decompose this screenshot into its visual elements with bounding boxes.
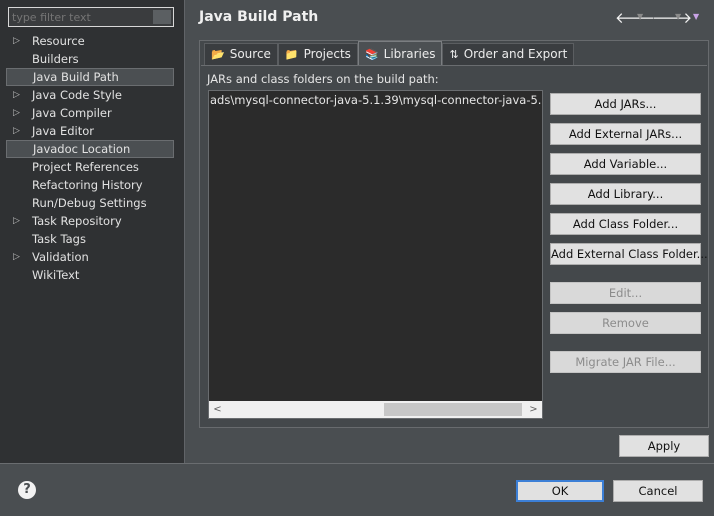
page-header: Java Build Path 🡐 ▼ 🡒 ▼ ▼	[186, 0, 714, 36]
nav-item-label: Resource	[32, 34, 85, 48]
forward-history-dropdown-icon[interactable]: ▼	[675, 12, 681, 21]
cancel-button[interactable]: Cancel	[613, 480, 703, 502]
nav-item-validation[interactable]: ▷ Validation	[6, 248, 174, 266]
tab-label: Source	[229, 47, 271, 61]
scrollbar-thumb[interactable]	[384, 403, 522, 416]
scroll-left-icon[interactable]: <	[209, 401, 226, 418]
expand-arrow-icon[interactable]: ▷	[13, 212, 20, 230]
back-history-dropdown-icon[interactable]: ▼	[637, 12, 643, 21]
horizontal-scrollbar[interactable]: < >	[209, 401, 542, 418]
add-variable-button[interactable]: Add Variable...	[550, 153, 701, 175]
preferences-nav-panel: ▷ Resource Builders Java Build Path ▷ Java…	[0, 0, 185, 463]
page-title: Java Build Path	[199, 9, 319, 25]
back-arrow-icon[interactable]: 🡐	[615, 8, 655, 27]
nav-item-label: Java Editor	[32, 124, 94, 138]
nav-item-task-tags[interactable]: Task Tags	[6, 230, 174, 248]
nav-item-label: Java Compiler	[32, 106, 112, 120]
source-folder-icon: 📂	[211, 48, 225, 61]
libraries-list[interactable]: ads\mysql-connector-java-5.1.39\mysql-co…	[208, 90, 543, 419]
nav-item-java-editor[interactable]: ▷ Java Editor	[6, 122, 174, 140]
nav-item-label: Run/Debug Settings	[32, 196, 147, 210]
nav-item-java-code-style[interactable]: ▷ Java Code Style	[6, 86, 174, 104]
expand-arrow-icon[interactable]: ▷	[13, 104, 20, 122]
add-external-class-folder-button[interactable]: Add External Class Folder...	[550, 243, 708, 265]
nav-item-label: Java Build Path	[33, 70, 119, 84]
help-icon[interactable]: ?	[18, 481, 36, 499]
list-item[interactable]: ads\mysql-connector-java-5.1.39\mysql-co…	[210, 93, 542, 107]
view-menu-icon[interactable]: ▼	[693, 12, 699, 21]
projects-folder-icon: 📁	[284, 48, 299, 61]
migrate-jar-button[interactable]: Migrate JAR File...	[550, 351, 701, 373]
apply-button[interactable]: Apply	[619, 435, 709, 457]
footer-divider	[0, 463, 714, 464]
tab-order-and-export[interactable]: ⇅ Order and Export	[442, 43, 575, 65]
tab-projects[interactable]: 📁 Projects	[277, 43, 358, 65]
nav-item-project-references[interactable]: Project References	[6, 158, 174, 176]
nav-item-label: Validation	[32, 250, 89, 264]
nav-item-javadoc-location[interactable]: Javadoc Location	[6, 140, 174, 158]
libraries-icon: 📚	[364, 48, 379, 61]
nav-item-label: Project References	[32, 160, 139, 174]
add-jars-button[interactable]: Add JARs...	[550, 93, 701, 115]
order-export-icon: ⇅	[449, 48, 459, 61]
nav-item-wikitext[interactable]: WikiText	[6, 266, 174, 284]
nav-item-label: Java Code Style	[32, 88, 122, 102]
nav-item-label: Builders	[32, 52, 79, 66]
clear-filter-icon[interactable]	[153, 10, 171, 24]
tab-label: Libraries	[383, 47, 436, 61]
build-path-tabs: 📂 Source 📁 Projects 📚 Libraries ⇅ Order and …	[204, 41, 575, 65]
nav-item-label: Task Repository	[32, 214, 122, 228]
edit-button[interactable]: Edit...	[550, 282, 701, 304]
nav-item-run-debug-settings[interactable]: Run/Debug Settings	[6, 194, 174, 212]
nav-item-resource[interactable]: ▷ Resource	[6, 32, 174, 50]
tab-label: Projects	[303, 47, 351, 61]
build-path-panel: 📂 Source 📁 Projects 📚 Libraries ⇅ Order and …	[199, 40, 709, 428]
filter-box	[8, 7, 174, 27]
ok-button[interactable]: OK	[516, 480, 604, 502]
nav-item-task-repository[interactable]: ▷ Task Repository	[6, 212, 174, 230]
nav-item-label: WikiText	[32, 268, 80, 282]
expand-arrow-icon[interactable]: ▷	[13, 32, 20, 50]
filter-input[interactable]	[9, 8, 149, 26]
expand-arrow-icon[interactable]: ▷	[13, 248, 20, 266]
nav-item-label: Task Tags	[32, 232, 86, 246]
libraries-heading: JARs and class folders on the build path…	[207, 72, 439, 86]
libraries-tab-page: JARs and class folders on the build path…	[201, 65, 708, 425]
nav-item-label: Refactoring History	[32, 178, 143, 192]
forward-arrow-icon[interactable]: 🡒	[652, 8, 692, 27]
nav-item-refactoring-history[interactable]: Refactoring History	[6, 176, 174, 194]
tab-label: Order and Export	[463, 47, 568, 61]
nav-item-java-build-path[interactable]: Java Build Path	[6, 68, 174, 86]
nav-item-builders[interactable]: Builders	[6, 50, 174, 68]
add-class-folder-button[interactable]: Add Class Folder...	[550, 213, 701, 235]
tab-libraries[interactable]: 📚 Libraries	[357, 41, 443, 65]
remove-button[interactable]: Remove	[550, 312, 701, 334]
nav-item-java-compiler[interactable]: ▷ Java Compiler	[6, 104, 174, 122]
nav-tree: ▷ Resource Builders Java Build Path ▷ Java…	[6, 32, 174, 284]
add-external-jars-button[interactable]: Add External JARs...	[550, 123, 701, 145]
tab-source[interactable]: 📂 Source	[204, 43, 278, 65]
expand-arrow-icon[interactable]: ▷	[13, 86, 20, 104]
nav-item-label: Javadoc Location	[33, 142, 131, 156]
scroll-right-icon[interactable]: >	[525, 401, 542, 418]
expand-arrow-icon[interactable]: ▷	[13, 122, 20, 140]
add-library-button[interactable]: Add Library...	[550, 183, 701, 205]
